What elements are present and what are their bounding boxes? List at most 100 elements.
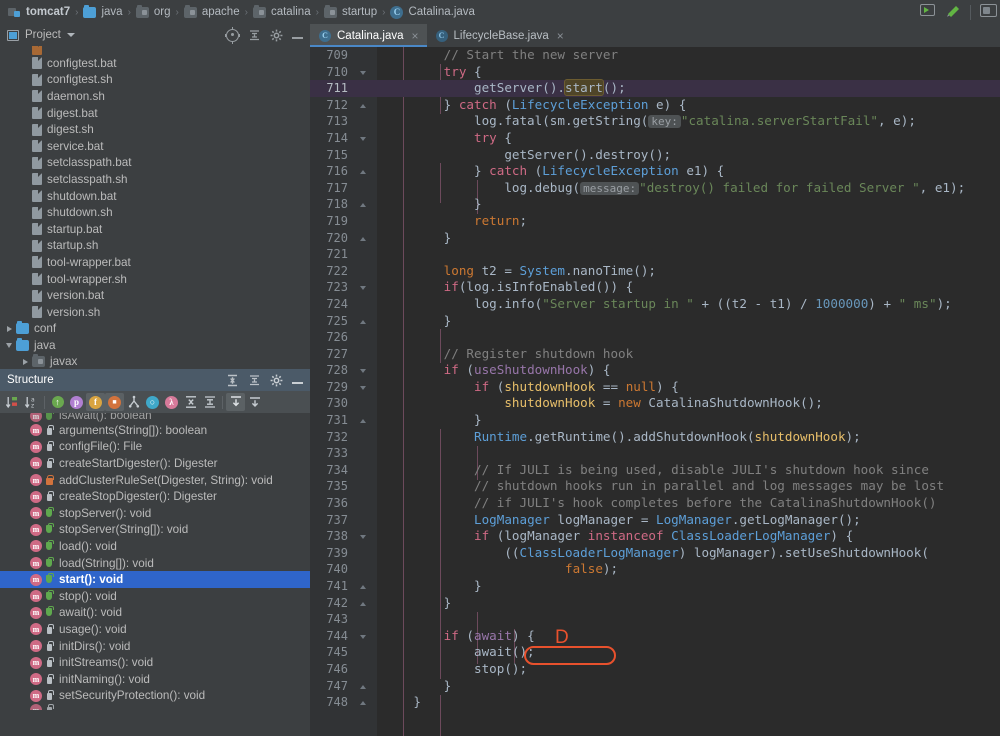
show-properties-icon[interactable]: p xyxy=(67,393,86,411)
fold-collapse-icon[interactable] xyxy=(359,367,368,376)
line-number[interactable]: 726 xyxy=(310,329,377,346)
line-number[interactable]: 742 xyxy=(310,595,377,612)
breadcrumb-item-catalina[interactable]: catalina xyxy=(253,6,311,18)
line-number[interactable]: 724 xyxy=(310,296,377,313)
code-line[interactable]: if (useShutdownHook) { xyxy=(377,362,1000,379)
line-number-gutter[interactable]: 7097107117127137147157167177187197207217… xyxy=(310,47,377,736)
line-number[interactable]: 743 xyxy=(310,611,377,628)
autoscroll-to-source-icon[interactable] xyxy=(226,393,245,411)
project-tree-item[interactable] xyxy=(0,46,310,55)
project-tree-item[interactable]: version.bat xyxy=(0,287,310,304)
code-line[interactable]: log.debug(message:"destroy() failed for … xyxy=(377,180,1000,197)
breadcrumb-item-tomcat7[interactable]: tomcat7 xyxy=(8,6,70,18)
structure-tree-item[interactable]: mload(): void xyxy=(0,538,310,555)
show-inherited-members-icon[interactable] xyxy=(124,393,143,411)
line-number[interactable]: 731 xyxy=(310,412,377,429)
fold-end-icon[interactable] xyxy=(359,168,368,177)
scroll-from-source-icon[interactable] xyxy=(226,29,239,42)
code-line[interactable]: } xyxy=(377,412,1000,429)
fold-end-icon[interactable] xyxy=(359,417,368,426)
settings-gear-icon[interactable] xyxy=(270,29,283,42)
fold-collapse-icon[interactable] xyxy=(359,284,368,293)
editor-tab-catalina-java[interactable]: CCatalina.java× xyxy=(310,24,427,47)
breadcrumb-item-startup[interactable]: startup xyxy=(324,6,377,18)
code-line[interactable]: shutdownHook = new CatalinaShutdownHook(… xyxy=(377,395,1000,412)
editor-tab-lifecyclebase-java[interactable]: CLifecycleBase.java× xyxy=(427,24,572,47)
code-line[interactable]: try { xyxy=(377,130,1000,147)
code-line[interactable]: } catch (LifecycleException e1) { xyxy=(377,163,1000,180)
fold-end-icon[interactable] xyxy=(359,317,368,326)
sort-by-visibility-icon[interactable] xyxy=(3,393,22,411)
line-number[interactable]: 727 xyxy=(310,346,377,363)
line-number[interactable]: 720 xyxy=(310,230,377,247)
project-tree-item[interactable]: tool-wrapper.bat xyxy=(0,254,310,271)
project-file-tree[interactable]: configtest.batconfigtest.shdaemon.shdige… xyxy=(0,46,310,369)
structure-tree-item[interactable]: mstopServer(String[]): void xyxy=(0,522,310,539)
expand-all-icon[interactable] xyxy=(181,393,200,411)
code-line[interactable]: try { xyxy=(377,64,1000,81)
structure-tree-item[interactable]: musage(): void xyxy=(0,621,310,638)
run-configuration-icon[interactable] xyxy=(920,4,936,20)
code-line[interactable]: stop(); xyxy=(377,661,1000,678)
code-line[interactable]: } xyxy=(377,313,1000,330)
structure-tree-item[interactable]: mload(String[]): void xyxy=(0,555,310,572)
fold-end-icon[interactable] xyxy=(359,234,368,243)
code-line[interactable]: // If JULI is being used, disable JULI's… xyxy=(377,462,1000,479)
build-hammer-icon[interactable] xyxy=(945,4,961,20)
code-line[interactable]: log.fatal(sm.getString(key:"catalina.ser… xyxy=(377,113,1000,130)
code-line[interactable] xyxy=(377,246,1000,263)
project-tree-item[interactable]: daemon.sh xyxy=(0,88,310,105)
code-editor[interactable]: 7097107117127137147157167177187197207217… xyxy=(310,47,1000,736)
project-tree-item[interactable]: version.sh xyxy=(0,304,310,321)
collapse-all-icon[interactable] xyxy=(248,374,261,387)
structure-tree-item[interactable]: mstart(): void xyxy=(0,571,310,588)
fold-collapse-icon[interactable] xyxy=(359,383,368,392)
project-tree-item[interactable]: digest.bat xyxy=(0,105,310,122)
restore-layout-icon[interactable] xyxy=(980,4,996,20)
code-line[interactable]: getServer().destroy(); xyxy=(377,147,1000,164)
hide-panel-icon[interactable] xyxy=(292,37,303,39)
line-number[interactable]: 719 xyxy=(310,213,377,230)
project-tree-item[interactable]: setclasspath.bat xyxy=(0,155,310,172)
line-number[interactable]: 746 xyxy=(310,661,377,678)
chevron-down-icon[interactable] xyxy=(4,340,15,351)
structure-tree-item[interactable]: minitStreams(): void xyxy=(0,654,310,671)
code-line[interactable] xyxy=(377,445,1000,462)
collapse-all-icon[interactable] xyxy=(200,393,219,411)
project-tree-item[interactable]: shutdown.sh xyxy=(0,204,310,221)
line-number[interactable]: 723 xyxy=(310,279,377,296)
code-content[interactable]: // Start the new server try { getServer(… xyxy=(377,47,1000,736)
line-number[interactable]: 715 xyxy=(310,147,377,164)
code-line[interactable] xyxy=(377,329,1000,346)
structure-tree-item[interactable]: mstopServer(): void xyxy=(0,505,310,522)
code-line[interactable]: long t2 = System.nanoTime(); xyxy=(377,263,1000,280)
line-number[interactable]: 711 xyxy=(310,80,377,97)
line-number[interactable]: 733 xyxy=(310,445,377,462)
line-number[interactable]: 718 xyxy=(310,196,377,213)
show-non-public-icon[interactable]: ↑ xyxy=(48,393,67,411)
line-number[interactable]: 734 xyxy=(310,462,377,479)
project-tree-item[interactable]: digest.sh xyxy=(0,121,310,138)
fold-end-icon[interactable] xyxy=(359,101,368,110)
line-number[interactable]: 735 xyxy=(310,478,377,495)
code-line[interactable]: } xyxy=(377,196,1000,213)
line-number[interactable]: 712 xyxy=(310,97,377,114)
fold-end-icon[interactable] xyxy=(359,599,368,608)
line-number[interactable]: 717 xyxy=(310,180,377,197)
line-number[interactable]: 713 xyxy=(310,113,377,130)
fold-collapse-icon[interactable] xyxy=(359,134,368,143)
structure-tree-item[interactable]: minitNaming(): void xyxy=(0,671,310,688)
code-line[interactable]: } xyxy=(377,578,1000,595)
line-number[interactable]: 745 xyxy=(310,644,377,661)
code-line[interactable]: // Register shutdown hook xyxy=(377,346,1000,363)
code-line[interactable]: if(log.isInfoEnabled()) { xyxy=(377,279,1000,296)
fold-collapse-icon[interactable] xyxy=(359,68,368,77)
code-line[interactable]: return; xyxy=(377,213,1000,230)
line-number[interactable]: 709 xyxy=(310,47,377,64)
line-number[interactable]: 748 xyxy=(310,694,377,711)
breadcrumb-item-java[interactable]: java xyxy=(83,6,122,18)
code-line[interactable]: getServer().start(); xyxy=(377,80,1000,97)
project-tree-item[interactable]: shutdown.bat xyxy=(0,188,310,205)
breadcrumb-item-org[interactable]: org xyxy=(136,6,171,18)
structure-tree-item[interactable]: misAwait(): boolean xyxy=(0,413,310,422)
